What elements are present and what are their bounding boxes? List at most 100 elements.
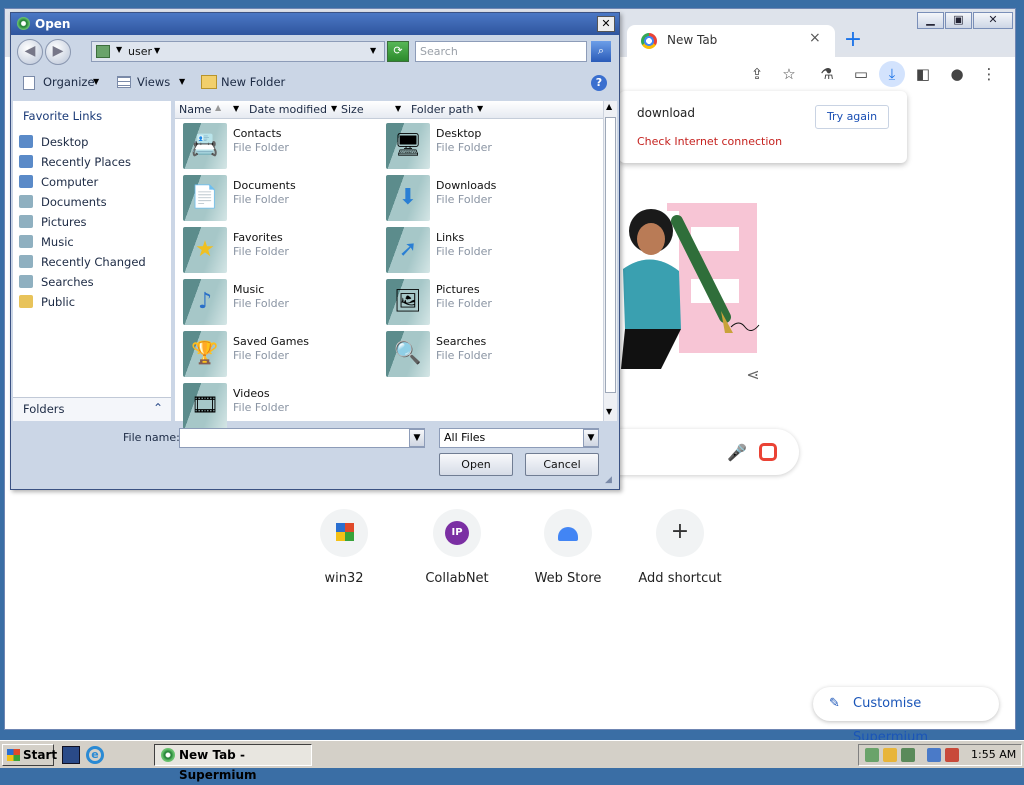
fav-pictures[interactable]: Pictures bbox=[19, 213, 169, 233]
back-button[interactable]: ◀ bbox=[17, 39, 43, 65]
refresh-button[interactable]: ⟳ bbox=[387, 41, 409, 62]
col-size[interactable]: Size bbox=[341, 103, 364, 116]
shortcut-win32[interactable]: win32 bbox=[288, 509, 400, 599]
file-name: Pictures bbox=[436, 283, 480, 296]
doodle-share-icon[interactable]: ⋖ bbox=[740, 365, 766, 391]
file-item[interactable]: 🖥 Desktop File Folder bbox=[386, 121, 586, 173]
file-name: Documents bbox=[233, 179, 296, 192]
tab-new-tab[interactable]: New Tab × bbox=[627, 25, 835, 57]
file-type-dropdown-icon[interactable]: ▼ bbox=[583, 429, 599, 447]
shield-icon[interactable] bbox=[883, 748, 897, 762]
download-icon[interactable]: ⤓ bbox=[879, 61, 905, 87]
doodle-image[interactable] bbox=[621, 199, 769, 377]
star-icon[interactable]: ☆ bbox=[779, 65, 799, 83]
chevron-down-icon[interactable]: ▼ bbox=[477, 104, 483, 113]
organize-icon bbox=[23, 76, 35, 90]
address-dropdown-icon[interactable]: ▼ bbox=[370, 46, 376, 55]
sidebar-icon[interactable]: ◧ bbox=[913, 65, 933, 83]
help-icon[interactable]: ? bbox=[591, 75, 607, 91]
file-type-select[interactable]: All Files bbox=[439, 428, 599, 448]
file-type: File Folder bbox=[436, 245, 492, 258]
profile-icon[interactable]: ● bbox=[947, 65, 967, 83]
views-button[interactable]: Views bbox=[137, 75, 170, 89]
network-icon[interactable] bbox=[927, 748, 941, 762]
scrollbar-thumb[interactable] bbox=[605, 117, 616, 393]
chevron-down-icon[interactable]: ▼ bbox=[93, 77, 99, 86]
try-again-button[interactable]: Try again bbox=[815, 105, 889, 129]
mic-icon[interactable]: 🎤 bbox=[727, 443, 747, 462]
file-name-dropdown-icon[interactable]: ▼ bbox=[409, 429, 425, 447]
breadcrumb-arrow-icon: ▼ bbox=[116, 45, 123, 54]
new-tab-button[interactable]: + bbox=[841, 29, 865, 53]
chevron-down-icon[interactable]: ▼ bbox=[233, 104, 239, 113]
fav-recently-changed[interactable]: Recently Changed bbox=[19, 253, 169, 273]
search-icon[interactable]: ⌕ bbox=[591, 41, 611, 62]
dialog-titlebar[interactable]: Open ✕ bbox=[11, 13, 619, 35]
address-row: ◀ ▶ ▼ user ▼ ▼ ⟳ Search ⌕ bbox=[15, 38, 615, 66]
chevron-down-icon[interactable]: ▼ bbox=[395, 104, 401, 113]
file-item[interactable]: 📄 Documents File Folder bbox=[183, 173, 383, 225]
resize-grip-icon[interactable]: ◢ bbox=[605, 475, 612, 485]
cancel-button[interactable]: Cancel bbox=[525, 453, 599, 476]
chevron-down-icon[interactable]: ▼ bbox=[179, 77, 185, 86]
fav-music[interactable]: Music bbox=[19, 233, 169, 253]
address-bar[interactable]: ▼ user ▼ ▼ bbox=[91, 41, 385, 62]
tab-close-icon[interactable]: × bbox=[809, 30, 821, 46]
file-item[interactable]: ★ Favorites File Folder bbox=[183, 225, 383, 277]
file-item[interactable]: 📇 Contacts File Folder bbox=[183, 121, 383, 173]
folders-toggle[interactable]: Folders ⌃ bbox=[13, 397, 171, 421]
scroll-up-icon[interactable]: ▲ bbox=[606, 102, 612, 111]
file-type: File Folder bbox=[436, 193, 492, 206]
col-name[interactable]: Name bbox=[179, 103, 211, 116]
sort-up-icon: ▲ bbox=[215, 103, 222, 112]
tray-app-icon[interactable] bbox=[865, 748, 879, 762]
folders-label: Folders bbox=[23, 402, 65, 416]
open-button[interactable]: Open bbox=[439, 453, 513, 476]
col-folder-path[interactable]: Folder path bbox=[411, 103, 474, 116]
tab-title: New Tab bbox=[667, 33, 718, 47]
share-icon[interactable]: ⇪ bbox=[747, 65, 767, 83]
col-date-modified[interactable]: Date modified bbox=[249, 103, 327, 116]
fav-searches[interactable]: Searches bbox=[19, 273, 169, 293]
file-item[interactable]: ⬇ Downloads File Folder bbox=[386, 173, 586, 225]
file-type: File Folder bbox=[436, 141, 492, 154]
taskbar-item-browser[interactable]: New Tab - Supermium bbox=[154, 744, 312, 782]
show-desktop-icon[interactable] bbox=[62, 746, 80, 764]
fav-documents[interactable]: Documents bbox=[19, 193, 169, 213]
shortcut-web-store[interactable]: Web Store bbox=[512, 509, 624, 599]
browser-close-button[interactable]: ✕ bbox=[973, 12, 1013, 29]
shortcut-collabnet[interactable]: IP CollabNet bbox=[401, 509, 513, 599]
scroll-down-icon[interactable]: ▼ bbox=[606, 407, 612, 416]
file-item[interactable]: ➚ Links File Folder bbox=[386, 225, 586, 277]
search-input[interactable]: Search bbox=[415, 41, 587, 62]
minimize-button[interactable]: ▁ bbox=[917, 12, 944, 29]
clock[interactable]: 1:55 AM bbox=[971, 748, 1016, 761]
file-item[interactable]: 🔍 Searches File Folder bbox=[386, 329, 586, 381]
collabnet-icon: IP bbox=[433, 509, 481, 557]
volume-muted-icon[interactable] bbox=[945, 748, 959, 762]
tray-status-icon[interactable] bbox=[901, 748, 915, 762]
lens-icon[interactable] bbox=[759, 443, 777, 461]
cast-icon[interactable]: ▭ bbox=[851, 65, 871, 83]
restore-button[interactable]: ▣ bbox=[945, 12, 972, 29]
start-button[interactable]: Start bbox=[2, 744, 57, 766]
fav-desktop[interactable]: Desktop bbox=[19, 133, 169, 153]
extensions-icon[interactable]: ⚗ bbox=[817, 65, 837, 83]
chevron-down-icon[interactable]: ▼ bbox=[331, 104, 337, 113]
vertical-scrollbar[interactable]: ▲ ▼ bbox=[603, 101, 617, 421]
dialog-close-button[interactable]: ✕ bbox=[597, 16, 615, 32]
customise-button[interactable]: ✎ Customise Supermium bbox=[813, 687, 999, 745]
organize-button[interactable]: Organize bbox=[43, 75, 95, 89]
file-item[interactable]: 🖼 Pictures File Folder bbox=[386, 277, 586, 329]
fav-public[interactable]: Public bbox=[19, 293, 169, 313]
new-folder-button[interactable]: New Folder bbox=[221, 75, 285, 89]
file-name-input[interactable] bbox=[179, 428, 425, 448]
fav-computer[interactable]: Computer bbox=[19, 173, 169, 193]
file-item[interactable]: ♪ Music File Folder bbox=[183, 277, 383, 329]
fav-recent-places[interactable]: Recently Places bbox=[19, 153, 169, 173]
file-item[interactable]: 🏆 Saved Games File Folder bbox=[183, 329, 383, 381]
menu-icon[interactable]: ⋮ bbox=[979, 65, 999, 83]
internet-explorer-icon[interactable]: e bbox=[86, 746, 104, 764]
shortcut-add[interactable]: + Add shortcut bbox=[624, 509, 736, 599]
forward-button[interactable]: ▶ bbox=[45, 39, 71, 65]
